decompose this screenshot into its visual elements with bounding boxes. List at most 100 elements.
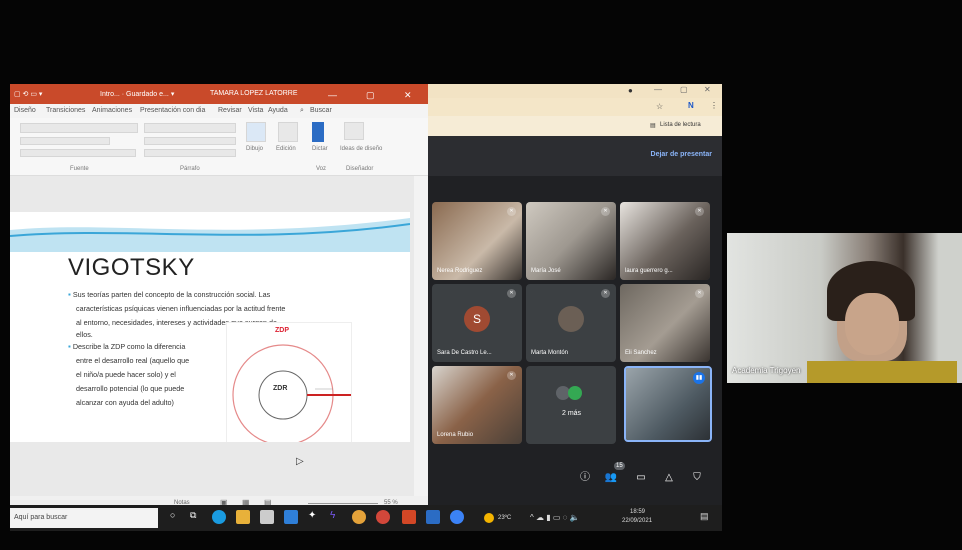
clock-time[interactable]: 18:59 xyxy=(630,509,645,515)
participant-name: Marta Montón xyxy=(531,350,569,356)
group-fuente: Fuente xyxy=(70,166,89,172)
list-buttons[interactable] xyxy=(144,123,236,133)
file-explorer-icon[interactable] xyxy=(236,510,250,524)
participant-tile[interactable]: ✕ María José xyxy=(526,202,616,280)
meet-window: ● — ▢ ✕ ☆ N ⋮ ▤ Lista de lectura Dejar d… xyxy=(428,84,722,512)
chrome-icon[interactable] xyxy=(352,510,366,524)
menu-dots-icon[interactable]: ⋮ xyxy=(710,101,718,110)
weather-temp[interactable]: 23ºC xyxy=(498,515,511,521)
participant-tile[interactable]: ✕ laura guerrero g... xyxy=(620,202,710,280)
tab-transiciones[interactable]: Transiciones xyxy=(46,107,85,114)
tab-diseno[interactable]: Diseño xyxy=(14,107,36,114)
participant-tile[interactable]: S ✕ Sara De Castro Le... xyxy=(432,284,522,362)
weather-icon[interactable] xyxy=(484,513,494,523)
slide-header-wave xyxy=(10,218,410,252)
powerpoint-icon[interactable] xyxy=(402,510,416,524)
font-selector[interactable] xyxy=(20,123,138,133)
ppt-doc-title: Intro... · Guardado e... ▾ xyxy=(100,91,175,98)
reading-list[interactable]: Lista de lectura xyxy=(660,122,701,128)
clock-date[interactable]: 22/09/2021 xyxy=(622,518,652,524)
zoom-slider[interactable] xyxy=(308,503,378,504)
system-tray-icons[interactable]: ^ ☁ ▮ ▭ ◌ 🔈 xyxy=(530,513,580,522)
bookmarks-bar: ▤ Lista de lectura xyxy=(428,116,722,136)
participant-tile[interactable]: ✕ Eli Sanchez xyxy=(620,284,710,362)
microphone-icon[interactable] xyxy=(312,122,324,142)
taskbar: Aquí para buscar ○ ⧉ ✦ ϟ 23ºC ^ ☁ ▮ ▭ ◌ … xyxy=(10,505,722,531)
participant-name: María José xyxy=(531,268,561,274)
mail-icon[interactable] xyxy=(284,510,298,524)
participant-tile[interactable]: ✕ Lorena Rubio xyxy=(432,366,522,444)
tab-animaciones[interactable]: Animaciones xyxy=(92,107,132,114)
tab-buscar[interactable]: Buscar xyxy=(310,107,332,114)
info-icon[interactable]: ⓘ xyxy=(578,471,592,485)
autosave-icon[interactable]: ▢ ⟲ ▭ ▾ xyxy=(14,90,42,98)
people-icon[interactable]: 👥 xyxy=(604,471,618,485)
participant-name: Nerea Rodriguez xyxy=(437,268,483,274)
close-icon[interactable]: ✕ xyxy=(404,90,412,101)
browser-status-icon: ● xyxy=(628,86,633,95)
more-participants-tile[interactable]: 2 más xyxy=(526,366,616,444)
group-disenador: Diseñador xyxy=(346,166,374,172)
tab-vista[interactable]: Vista xyxy=(248,107,263,114)
minimize-icon[interactable]: — xyxy=(328,90,337,100)
cortana-icon[interactable]: ○ xyxy=(170,510,184,524)
chat-icon[interactable]: ▭ xyxy=(634,471,648,485)
draw-icon[interactable] xyxy=(246,122,266,142)
task-view-icon[interactable]: ⧉ xyxy=(190,510,204,524)
designer-label: Ideas de diseño xyxy=(340,146,383,152)
mic-muted-icon: ✕ xyxy=(507,289,516,298)
host-controls-icon[interactable]: ⛉ xyxy=(690,471,704,485)
speaking-indicator-icon: ▮▮ xyxy=(693,372,705,384)
browser-minimize-icon[interactable]: — xyxy=(654,85,662,94)
reading-list-icon[interactable]: ▤ xyxy=(650,122,656,129)
taskbar-search[interactable]: Aquí para buscar xyxy=(10,508,158,528)
dictate-label: Dictar xyxy=(312,146,328,152)
avatar: S xyxy=(464,306,490,332)
browser-icon[interactable] xyxy=(450,510,464,524)
tab-revisar[interactable]: Revisar xyxy=(218,107,242,114)
dropbox-icon[interactable]: ✦ xyxy=(308,510,322,524)
powerpoint-window: ▢ ⟲ ▭ ▾ Intro... · Guardado e... ▾ TAMAR… xyxy=(10,84,428,512)
maximize-icon[interactable]: ▢ xyxy=(366,90,375,101)
store-icon[interactable] xyxy=(260,510,274,524)
slide-canvas: VIGOTSKY ▪ Sus teorías parten del concep… xyxy=(10,176,428,496)
zdp-circles xyxy=(232,344,351,442)
stop-presenting-button[interactable]: Dejar de presentar xyxy=(651,151,712,158)
ppt-ribbon-tabs: Diseño Transiciones Animaciones Presenta… xyxy=(10,104,428,118)
slide-scrollbar[interactable] xyxy=(414,176,428,496)
presenting-banner: Dejar de presentar xyxy=(428,136,722,176)
mic-muted-icon: ✕ xyxy=(601,207,610,216)
mouse-cursor-icon: ▷ xyxy=(296,456,304,467)
align-buttons[interactable] xyxy=(144,137,236,145)
edit-icon[interactable] xyxy=(278,122,298,142)
tab-ayuda[interactable]: Ayuda xyxy=(268,107,288,114)
slide[interactable]: VIGOTSKY ▪ Sus teorías parten del concep… xyxy=(10,212,410,442)
edge-icon[interactable] xyxy=(212,510,226,524)
activities-icon[interactable]: △ xyxy=(662,471,676,485)
star-icon[interactable]: ☆ xyxy=(656,102,663,111)
browser-maximize-icon[interactable]: ▢ xyxy=(680,85,688,94)
meet-controls: ⓘ 👥 15 ▭ △ ⛉ xyxy=(428,462,722,494)
ppt-user-name[interactable]: TAMARA LOPEZ LATORRE xyxy=(210,90,298,97)
self-view-tile[interactable]: ▮▮ xyxy=(624,366,712,442)
word-icon[interactable] xyxy=(426,510,440,524)
more-count: 2 más xyxy=(562,410,582,417)
font-color-buttons[interactable] xyxy=(20,149,136,157)
slide-title: VIGOTSKY xyxy=(68,254,195,281)
participant-tile[interactable]: ✕ Marta Montón xyxy=(526,284,616,362)
browser-close-icon[interactable]: ✕ xyxy=(704,85,711,94)
participant-name: Sara De Castro Le... xyxy=(437,350,492,356)
paragraph-buttons[interactable] xyxy=(144,149,236,157)
tab-presentacion[interactable]: Presentación con dia xyxy=(140,107,205,114)
zdr-label: ZDR xyxy=(273,385,288,392)
designer-icon[interactable] xyxy=(344,122,364,140)
app-icon[interactable] xyxy=(376,510,390,524)
mic-muted-icon: ✕ xyxy=(695,289,704,298)
participant-tile[interactable]: ✕ Nerea Rodriguez xyxy=(432,202,522,280)
search-icon[interactable]: ⌕ xyxy=(300,107,304,115)
font-format-buttons[interactable] xyxy=(20,137,110,145)
app-icon[interactable]: ϟ xyxy=(330,510,344,524)
notifications-icon[interactable]: ▤ xyxy=(700,511,709,522)
participant-name: Eli Sanchez xyxy=(625,350,657,356)
extension-icon[interactable]: N xyxy=(688,101,694,110)
